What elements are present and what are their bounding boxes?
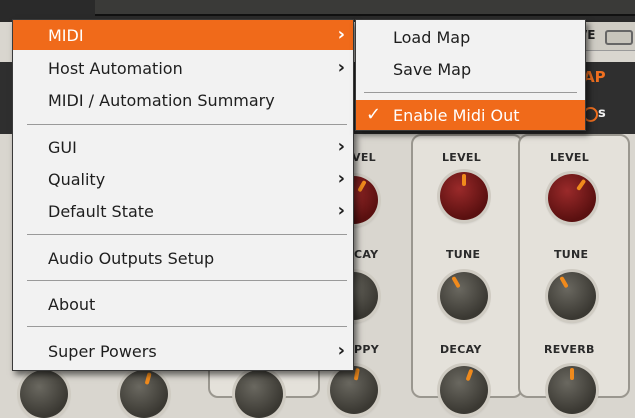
knob-label: REVERB bbox=[544, 343, 595, 356]
chevron-right-icon: › bbox=[337, 57, 345, 78]
menu-item-default-state[interactable]: Default State › bbox=[13, 196, 353, 226]
chevron-right-icon: › bbox=[337, 24, 345, 45]
reverb-knob[interactable] bbox=[548, 366, 596, 414]
knob-label: TUNE bbox=[446, 248, 481, 261]
menu-item-label: Super Powers bbox=[48, 342, 157, 361]
knob[interactable] bbox=[120, 370, 168, 418]
midi-submenu: Load Map Save Map ✓ Enable Midi Out bbox=[355, 19, 586, 131]
menu-separator bbox=[27, 124, 347, 125]
output-toggle[interactable] bbox=[605, 30, 633, 45]
menu-item-host-automation[interactable]: Host Automation › bbox=[13, 53, 353, 83]
knob-label: LEVEL bbox=[550, 151, 590, 164]
menu-separator bbox=[27, 326, 347, 327]
menu-separator bbox=[27, 234, 347, 235]
menu-item-midi-automation-summary[interactable]: MIDI / Automation Summary bbox=[13, 85, 353, 115]
menu-item-save-map[interactable]: Save Map bbox=[356, 54, 585, 84]
knob-label: CAY bbox=[354, 248, 379, 261]
chevron-right-icon: › bbox=[337, 340, 345, 361]
knob-label: LEVEL bbox=[442, 151, 482, 164]
menu-item-super-powers[interactable]: Super Powers › bbox=[13, 336, 353, 366]
menu-item-audio-outputs-setup[interactable]: Audio Outputs Setup bbox=[13, 243, 353, 273]
context-menu: MIDI › Host Automation › MIDI / Automati… bbox=[12, 19, 354, 371]
knob[interactable] bbox=[330, 366, 378, 414]
unit-label: s bbox=[598, 106, 606, 121]
menu-item-label: Save Map bbox=[393, 60, 472, 79]
header-label: AP bbox=[583, 68, 606, 86]
tune-knob[interactable] bbox=[548, 272, 596, 320]
menu-item-label: MIDI / Automation Summary bbox=[48, 91, 275, 110]
knob-label: VEL bbox=[352, 151, 376, 164]
menu-item-label: About bbox=[48, 295, 96, 314]
menu-item-label: Default State bbox=[48, 202, 154, 221]
chevron-right-icon: › bbox=[337, 168, 345, 189]
menu-item-label: MIDI bbox=[48, 26, 84, 45]
menu-separator bbox=[364, 92, 577, 93]
knob[interactable] bbox=[235, 370, 283, 418]
tune-knob[interactable] bbox=[440, 272, 488, 320]
menu-separator bbox=[27, 280, 347, 281]
chevron-right-icon: › bbox=[337, 200, 345, 221]
menu-item-quality[interactable]: Quality › bbox=[13, 164, 353, 194]
menu-item-enable-midi-out[interactable]: ✓ Enable Midi Out bbox=[356, 100, 585, 130]
level-knob[interactable] bbox=[548, 174, 596, 222]
menu-item-label: Quality bbox=[48, 170, 106, 189]
menu-item-midi[interactable]: MIDI › bbox=[13, 20, 353, 50]
knob[interactable] bbox=[20, 370, 68, 418]
menu-item-label: Host Automation bbox=[48, 59, 183, 78]
menu-item-gui[interactable]: GUI › bbox=[13, 132, 353, 162]
level-knob[interactable] bbox=[440, 172, 488, 220]
chevron-right-icon: › bbox=[337, 136, 345, 157]
plugin-title-strip bbox=[95, 0, 635, 16]
decay-knob[interactable] bbox=[440, 366, 488, 414]
knob-label: TUNE bbox=[554, 248, 589, 261]
menu-item-label: Audio Outputs Setup bbox=[48, 249, 215, 268]
menu-item-label: GUI bbox=[48, 138, 77, 157]
checkmark-icon: ✓ bbox=[366, 104, 382, 125]
menu-item-load-map[interactable]: Load Map bbox=[356, 22, 585, 52]
menu-item-label: Load Map bbox=[393, 28, 471, 47]
knob-label: PPY bbox=[354, 343, 379, 356]
menu-item-about[interactable]: About bbox=[13, 289, 353, 319]
knob-label: DECAY bbox=[440, 343, 482, 356]
menu-item-label: Enable Midi Out bbox=[393, 106, 520, 125]
